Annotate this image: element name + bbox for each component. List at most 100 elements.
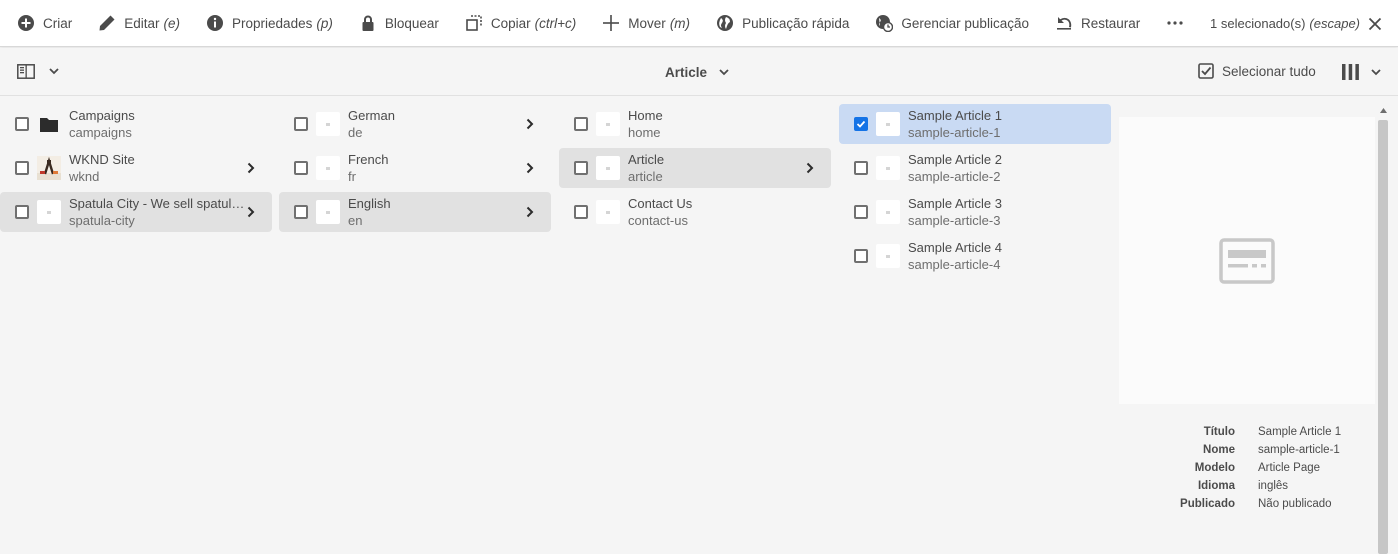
breadcrumb-title[interactable]: Article: [665, 65, 729, 80]
item-checkbox[interactable]: [15, 117, 29, 131]
rail-toggle-button[interactable]: [17, 64, 59, 79]
page-thumbnail-icon: [876, 200, 900, 224]
chevron-right-icon: [526, 206, 534, 218]
column-1: Campaigns campaigns WKND Site wknd Spatu…: [0, 104, 272, 236]
page-thumbnail-icon: [316, 156, 340, 180]
item-title: French: [348, 152, 389, 167]
manage-publication-button[interactable]: Gerenciar publicação: [875, 0, 1029, 47]
action-bar: Criar Editar (e) Propriedades (p) Bloquear…: [0, 0, 1398, 47]
item-checkbox-checked[interactable]: [854, 117, 868, 131]
chevron-down-icon: [1371, 68, 1381, 75]
list-item[interactable]: Contact Us contact-us: [559, 192, 831, 232]
item-title: German: [348, 108, 395, 123]
page-thumbnail-icon: [316, 112, 340, 136]
properties-button[interactable]: Propriedades (p): [206, 0, 333, 47]
sub-toolbar: Article Selecionar tudo: [0, 48, 1398, 96]
preview-thumbnail: [1119, 117, 1375, 404]
properties-shortcut: (p): [316, 15, 333, 31]
item-title: WKND Site: [69, 152, 135, 167]
scrollbar[interactable]: [1377, 104, 1389, 554]
meta-row-published: Publicado Não publicado: [1118, 498, 1376, 516]
item-checkbox[interactable]: [854, 249, 868, 263]
page-thumbnail-icon: [316, 200, 340, 224]
globe-icon: [717, 15, 734, 31]
create-label: Criar: [43, 15, 73, 31]
meta-label: Nome: [1203, 444, 1235, 456]
current-folder-title: Article: [665, 65, 708, 80]
copy-icon: [466, 15, 482, 31]
scroll-up-arrow-icon[interactable]: [1380, 108, 1387, 113]
view-switcher[interactable]: [1342, 64, 1381, 80]
list-item[interactable]: German de: [279, 104, 551, 144]
item-checkbox[interactable]: [294, 205, 308, 219]
select-all-button[interactable]: Selecionar tudo: [1198, 63, 1316, 79]
item-checkbox[interactable]: [854, 161, 868, 175]
restore-button[interactable]: Restaurar: [1055, 0, 1140, 47]
more-icon: [1167, 21, 1183, 25]
move-label: Mover: [628, 15, 666, 31]
column-view-icon: [1342, 64, 1359, 80]
undo-icon: [1056, 17, 1072, 30]
item-checkbox[interactable]: [574, 205, 588, 219]
meta-value: Article Page: [1258, 462, 1321, 474]
item-title: Contact Us: [628, 196, 693, 211]
item-name: fr: [348, 169, 356, 184]
list-item[interactable]: English en: [279, 192, 551, 232]
item-checkbox[interactable]: [294, 161, 308, 175]
list-item[interactable]: Sample Article 3 sample-article-3: [839, 192, 1111, 232]
meta-row-language: Idioma inglês: [1118, 480, 1376, 498]
more-actions-button[interactable]: [1166, 0, 1184, 47]
page-thumbnail-icon: [37, 200, 61, 224]
list-item[interactable]: Article article: [559, 148, 831, 188]
item-title: Sample Article 2: [908, 152, 1002, 167]
restore-label: Restaurar: [1080, 15, 1141, 31]
meta-label: Publicado: [1180, 498, 1235, 510]
select-all-icon: [1198, 63, 1214, 79]
item-checkbox[interactable]: [15, 205, 29, 219]
checkmark-icon: [856, 120, 866, 128]
item-name: en: [348, 213, 363, 228]
lock-button[interactable]: Bloquear: [359, 0, 439, 47]
page-thumbnail-icon: [876, 112, 900, 136]
list-item[interactable]: WKND Site wknd: [0, 148, 272, 188]
item-name: contact-us: [628, 213, 688, 228]
create-button[interactable]: Criar: [17, 0, 72, 47]
edit-button[interactable]: Editar (e): [98, 0, 180, 47]
chevron-down-icon: [49, 68, 59, 75]
item-checkbox[interactable]: [574, 117, 588, 131]
list-item[interactable]: Home home: [559, 104, 831, 144]
item-checkbox[interactable]: [574, 161, 588, 175]
page-thumbnail-icon: [876, 244, 900, 268]
copy-shortcut: (ctrl+c): [534, 15, 577, 31]
list-item[interactable]: Sample Article 1 sample-article-1: [839, 104, 1111, 144]
move-icon: [603, 15, 620, 31]
item-title: Sample Article 1: [908, 108, 1002, 123]
scrollbar-thumb[interactable]: [1378, 120, 1388, 554]
select-all-label: Selecionar tudo: [1222, 63, 1316, 79]
item-name: sample-article-4: [908, 257, 1001, 272]
item-checkbox[interactable]: [854, 205, 868, 219]
chevron-right-icon: [526, 118, 534, 130]
item-checkbox[interactable]: [294, 117, 308, 131]
move-button[interactable]: Mover (m): [602, 0, 690, 47]
quick-publish-button[interactable]: Publicação rápida: [716, 0, 849, 47]
item-name: sample-article-2: [908, 169, 1001, 184]
item-name: wknd: [69, 169, 100, 184]
list-item[interactable]: Spatula City - We sell spatulas... spatu…: [0, 192, 272, 232]
item-name: home: [628, 125, 661, 140]
item-checkbox[interactable]: [15, 161, 29, 175]
list-item[interactable]: Campaigns campaigns: [0, 104, 272, 144]
quick-publish-label: Publicação rápida: [742, 15, 850, 31]
meta-row-title: Título Sample Article 1: [1118, 426, 1376, 444]
page-template-icon: [1219, 237, 1275, 284]
list-item[interactable]: French fr: [279, 148, 551, 188]
copy-button[interactable]: Copiar (ctrl+c): [465, 0, 576, 47]
list-item[interactable]: Sample Article 4 sample-article-4: [839, 236, 1111, 276]
chevron-right-icon: [247, 206, 255, 218]
list-item[interactable]: Sample Article 2 sample-article-2: [839, 148, 1111, 188]
page-thumbnail-icon: [596, 200, 620, 224]
item-name: sample-article-1: [908, 125, 1001, 140]
close-icon[interactable]: [1368, 17, 1382, 31]
globe-clock-icon: [876, 15, 894, 32]
meta-value: inglês: [1258, 480, 1289, 492]
